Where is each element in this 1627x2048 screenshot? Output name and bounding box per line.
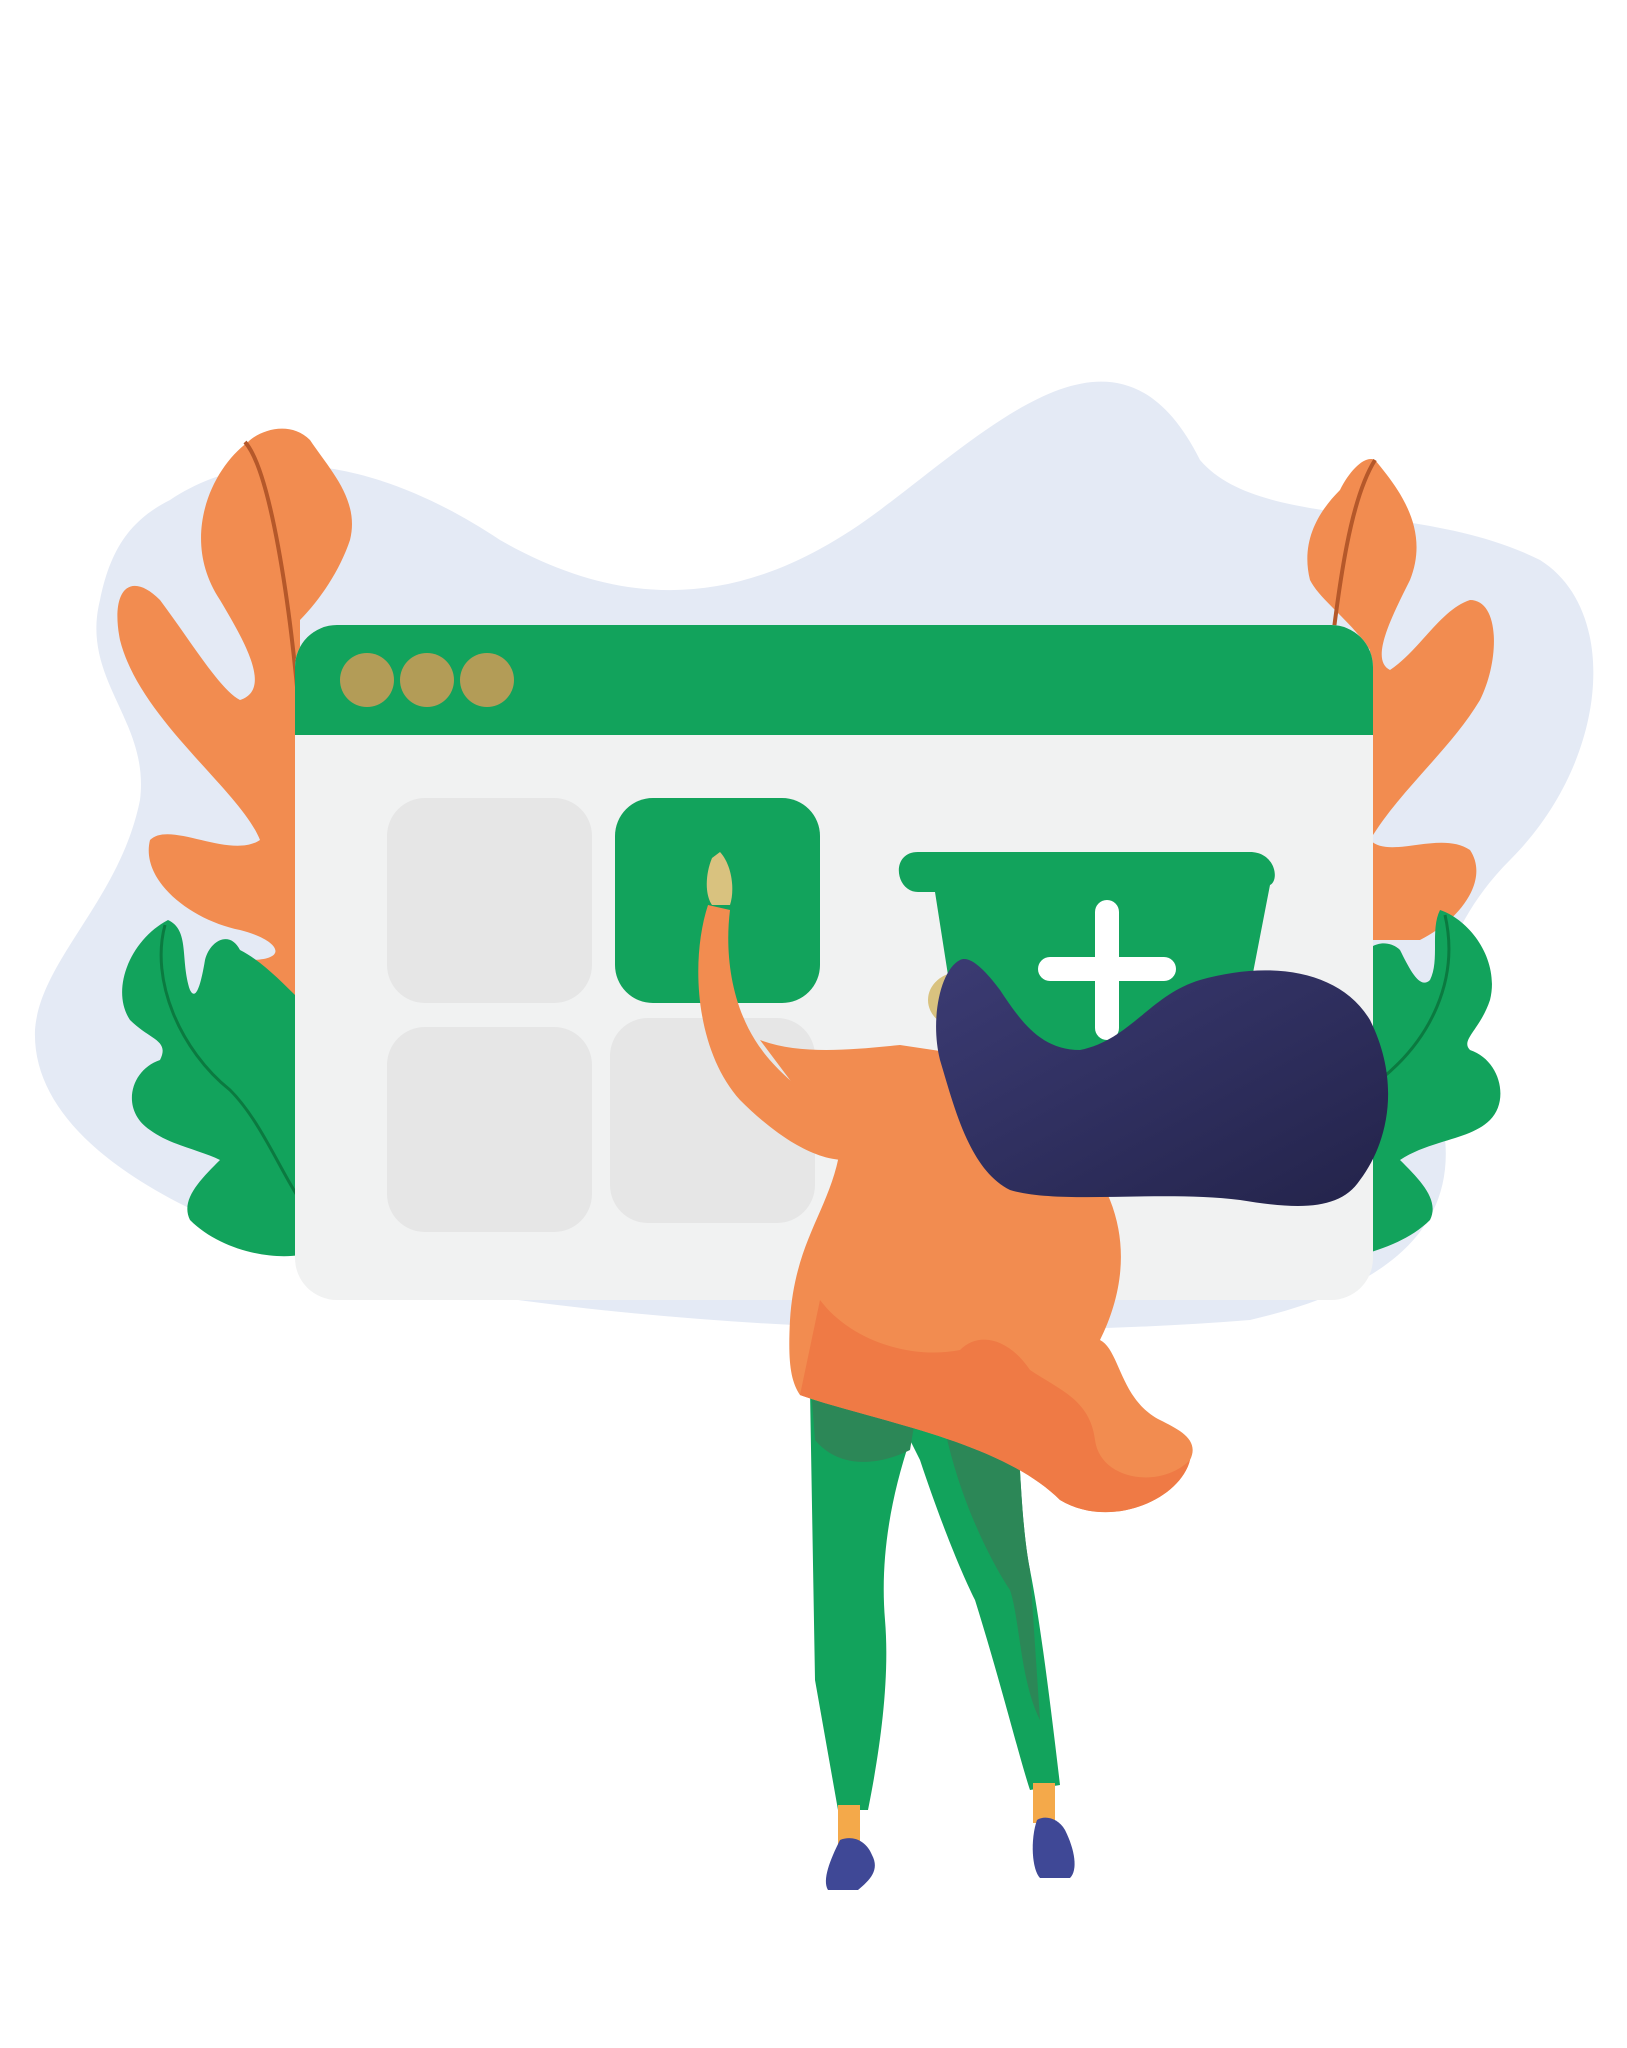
- window-dot-3[interactable]: [460, 653, 514, 707]
- grid-tile-3[interactable]: [387, 1027, 592, 1232]
- person-shoe-right: [1032, 1817, 1075, 1878]
- grid-tile-1[interactable]: [387, 798, 592, 1003]
- illustration-scene: [34, 381, 1594, 1890]
- window-titlebar: [295, 625, 1373, 735]
- window-dot-1[interactable]: [340, 653, 394, 707]
- person-shoe-left: [825, 1838, 875, 1890]
- window-dot-2[interactable]: [400, 653, 454, 707]
- person-sock-right: [1033, 1783, 1055, 1823]
